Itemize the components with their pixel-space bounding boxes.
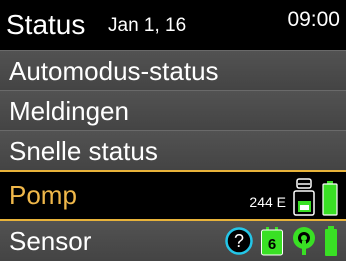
- battery-icon: [324, 225, 338, 257]
- page-title: Status: [6, 9, 86, 40]
- pump-status-icons: 244 E: [249, 175, 338, 219]
- reservoir-units: 244 E: [249, 194, 286, 210]
- menu-item-label: Snelle status: [9, 136, 158, 166]
- menu-item-sensor[interactable]: Sensor ? 6: [0, 221, 346, 261]
- svg-text:6: 6: [268, 236, 276, 253]
- menu-item-meldingen[interactable]: Meldingen: [0, 90, 346, 130]
- status-screen: Status Jan 1, 16 09:00 Automodus-status …: [0, 0, 346, 261]
- menu-item-label: Meldingen: [9, 96, 129, 126]
- header-time: 09:00: [287, 8, 340, 31]
- menu-item-label: Automodus-status: [9, 56, 219, 86]
- menu-item-snelle-status[interactable]: Snelle status: [0, 130, 346, 170]
- menu-item-pomp[interactable]: Pomp 244 E: [0, 170, 346, 221]
- reservoir-icon: [292, 177, 316, 217]
- menu-item-label: Sensor: [9, 226, 92, 256]
- header-date: Jan 1, 16: [108, 15, 187, 36]
- header-bar: Status Jan 1, 16 09:00: [0, 0, 346, 50]
- menu-item-automodus-status[interactable]: Automodus-status: [0, 50, 346, 90]
- menu-item-label: Pomp: [9, 180, 77, 210]
- calendar-icon: 6: [260, 226, 284, 256]
- battery-icon: [322, 177, 338, 217]
- sensor-status-icons: ? 6: [224, 221, 338, 261]
- svg-text:?: ?: [234, 231, 244, 251]
- sensor-signal-icon: [290, 226, 318, 256]
- help-icon: ?: [224, 226, 254, 256]
